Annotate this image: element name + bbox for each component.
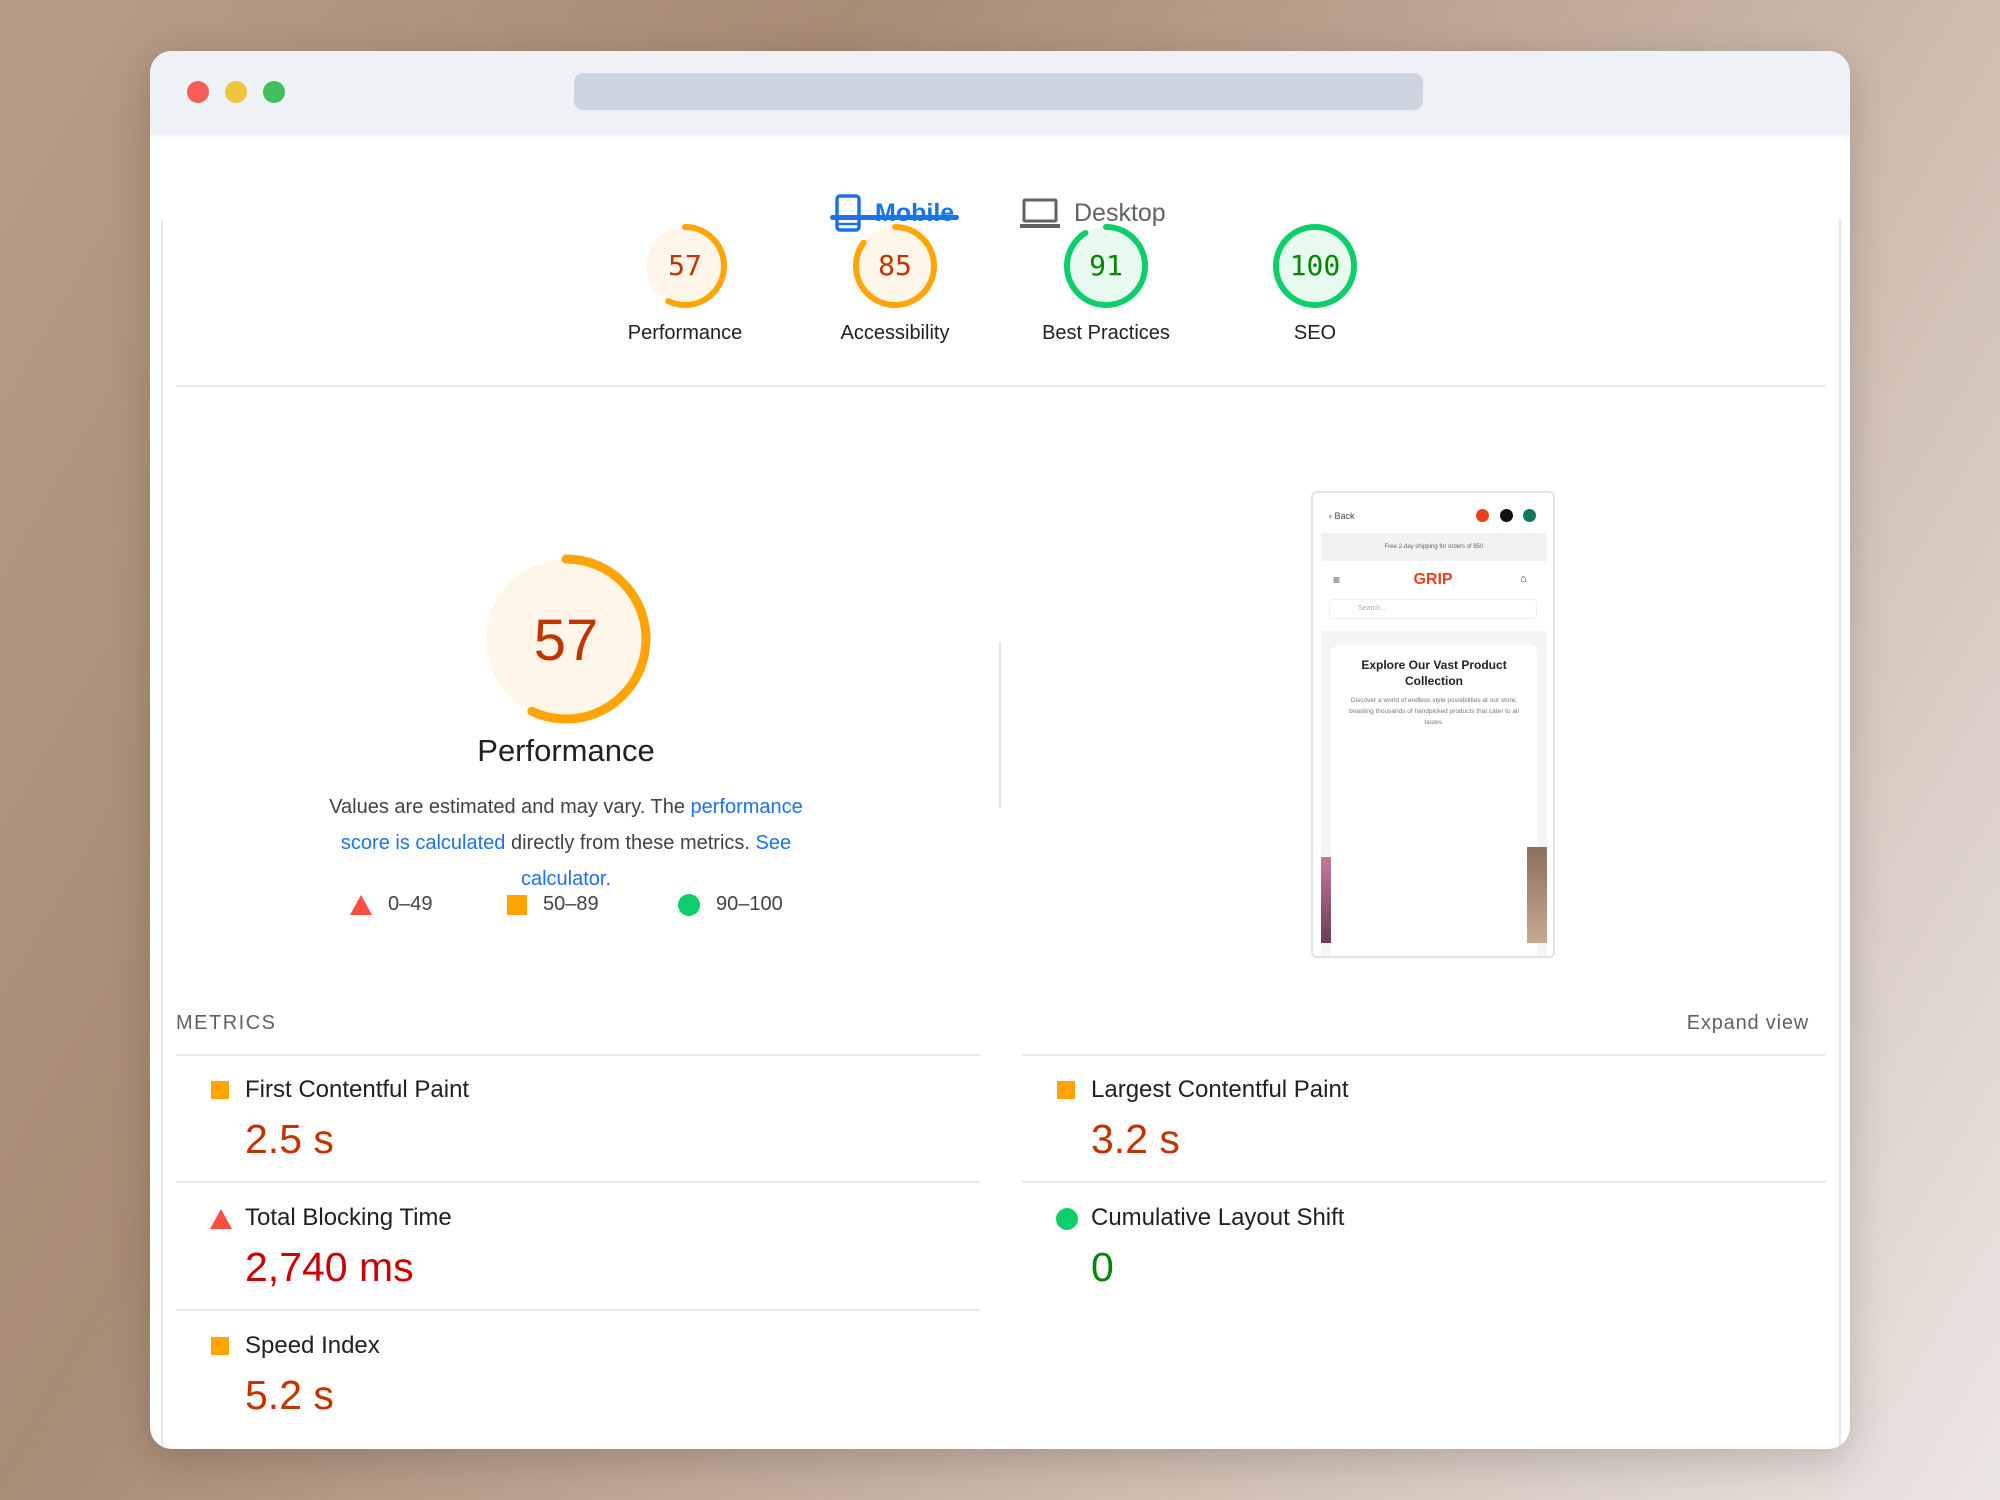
gauge-label: Best Practices	[1042, 322, 1170, 344]
triangle-icon	[210, 1209, 232, 1229]
expand-view-button[interactable]: Expand view	[1687, 1012, 1809, 1035]
back-link: ‹ Back	[1329, 511, 1355, 521]
divider	[176, 1181, 980, 1183]
circle-icon	[1056, 1208, 1078, 1230]
back-text: Back	[1334, 511, 1355, 521]
legend-range: 90–100	[716, 893, 783, 915]
legend-pass: 90–100	[678, 893, 783, 916]
metric-label: Total Blocking Time	[245, 1204, 452, 1231]
gauge-score: 85	[878, 249, 912, 282]
product-image	[1527, 847, 1547, 943]
metric-value: 0	[1091, 1244, 1114, 1290]
square-icon	[507, 894, 527, 915]
search-input: Search...	[1329, 599, 1537, 619]
hero: Explore Our Vast Product Collection Disc…	[1321, 631, 1547, 956]
legend-range: 0–49	[388, 893, 433, 915]
card-border-right	[1839, 219, 1841, 1449]
product-image	[1321, 857, 1331, 943]
hero-card: Explore Our Vast Product Collection Disc…	[1331, 645, 1537, 956]
gauge-label: Accessibility	[840, 322, 950, 344]
grip-logo: GRIP	[1313, 571, 1553, 589]
performance-gauge-large: 57	[466, 539, 666, 744]
active-tab-indicator	[830, 215, 959, 220]
gauge-label: SEO	[1293, 322, 1337, 344]
maximize-window-button[interactable]	[263, 81, 285, 103]
color-dot	[1500, 509, 1513, 522]
category-gauge-performance[interactable]: 57 Performance	[585, 222, 785, 345]
category-gauge-best-practices[interactable]: 91 Best Practices	[1006, 222, 1206, 345]
logo-text: GRIP	[1413, 571, 1453, 588]
triangle-icon	[350, 894, 372, 915]
metric-value: 5.2 s	[245, 1372, 334, 1418]
desc-text: Values are estimated and may vary. The	[329, 796, 691, 818]
divider	[176, 1054, 980, 1056]
card-border-left	[161, 219, 163, 1449]
square-icon	[211, 1081, 229, 1099]
performance-title: Performance	[477, 733, 655, 768]
gauge-score: 91	[1089, 249, 1123, 282]
minimize-window-button[interactable]	[225, 81, 247, 103]
title-bar	[150, 51, 1850, 134]
metric-label: First Contentful Paint	[245, 1076, 470, 1103]
metric-label: Largest Contentful Paint	[1091, 1076, 1349, 1103]
legend-range: 50–89	[543, 893, 599, 915]
square-icon	[211, 1337, 229, 1355]
category-gauge-accessibility[interactable]: 85 Accessibility	[795, 222, 995, 345]
metrics-title: METRICS	[176, 1012, 277, 1034]
divider	[176, 385, 1825, 387]
metric-value: 2,740 ms	[245, 1244, 414, 1290]
legend-average: 50–89	[507, 893, 599, 916]
shipping-banner: Free 2-day shipping for orders of $50	[1321, 533, 1547, 561]
metric-value: 2.5 s	[245, 1116, 334, 1162]
browser-window: Mobile Desktop 57 Performance 85 Accessibil…	[150, 51, 1850, 1449]
circle-icon	[678, 893, 700, 916]
category-gauge-seo[interactable]: 100 SEO	[1215, 222, 1415, 345]
metric-label: Cumulative Layout Shift	[1091, 1204, 1345, 1231]
hero-body: Discover a world of endless style possib…	[1349, 697, 1519, 726]
performance-score: 57	[534, 608, 599, 673]
legend-fail: 0–49	[350, 893, 433, 916]
divider	[176, 1309, 980, 1311]
metric-label: Speed Index	[245, 1332, 380, 1359]
hero-heading: Explore Our Vast Product Collection	[1361, 658, 1507, 688]
address-bar[interactable]	[574, 73, 1423, 110]
metric-value: 3.2 s	[1091, 1116, 1180, 1162]
close-window-button[interactable]	[187, 81, 209, 103]
bag-icon: ⌂	[1520, 573, 1527, 585]
desc-text: directly from these metrics.	[505, 832, 756, 854]
page-screenshot-thumbnail[interactable]: ‹ Back Free 2-day shipping for orders of…	[1311, 491, 1555, 958]
gauge-label: Performance	[627, 322, 743, 344]
gauge-score: 57	[668, 249, 702, 282]
divider	[1022, 1054, 1825, 1056]
performance-description: Values are estimated and may vary. The p…	[316, 789, 816, 897]
color-dot	[1476, 509, 1489, 522]
square-icon	[1057, 1081, 1075, 1099]
divider-vertical	[999, 642, 1001, 807]
gauge-score: 100	[1289, 249, 1341, 282]
color-dot	[1523, 509, 1536, 522]
divider	[1022, 1181, 1826, 1183]
